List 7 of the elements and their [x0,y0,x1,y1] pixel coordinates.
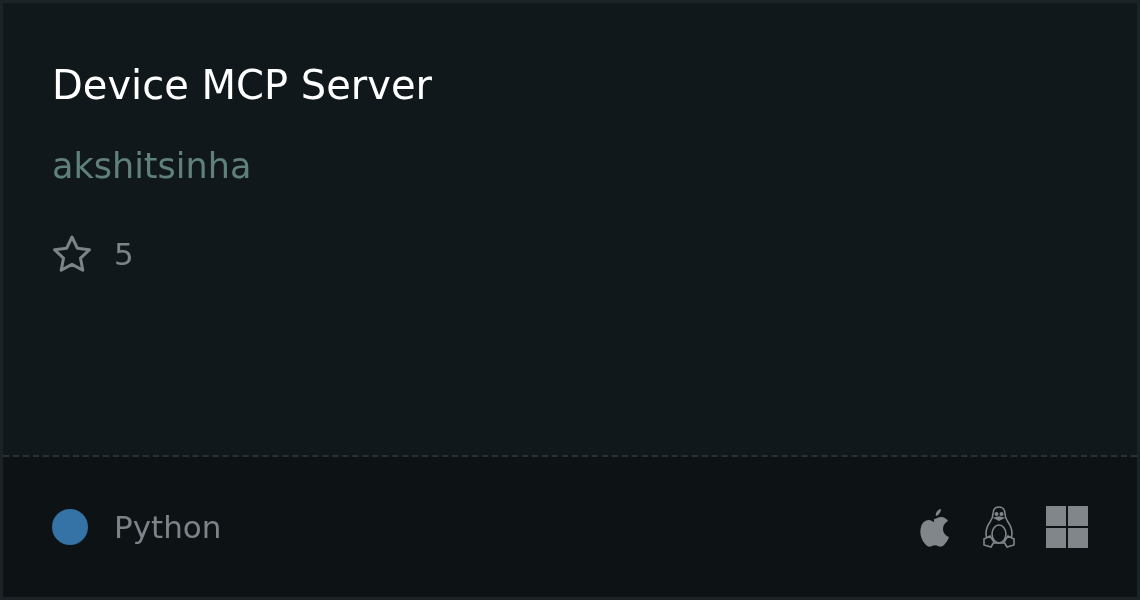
author-name: akshitsinha [52,145,253,188]
star-icon [52,235,92,273]
penguin-icon [980,505,1018,549]
language-name: Python [114,509,222,545]
windows-icon [1046,506,1088,548]
card-title: Device MCP Server [52,61,433,110]
star-count: 5 [114,236,134,272]
